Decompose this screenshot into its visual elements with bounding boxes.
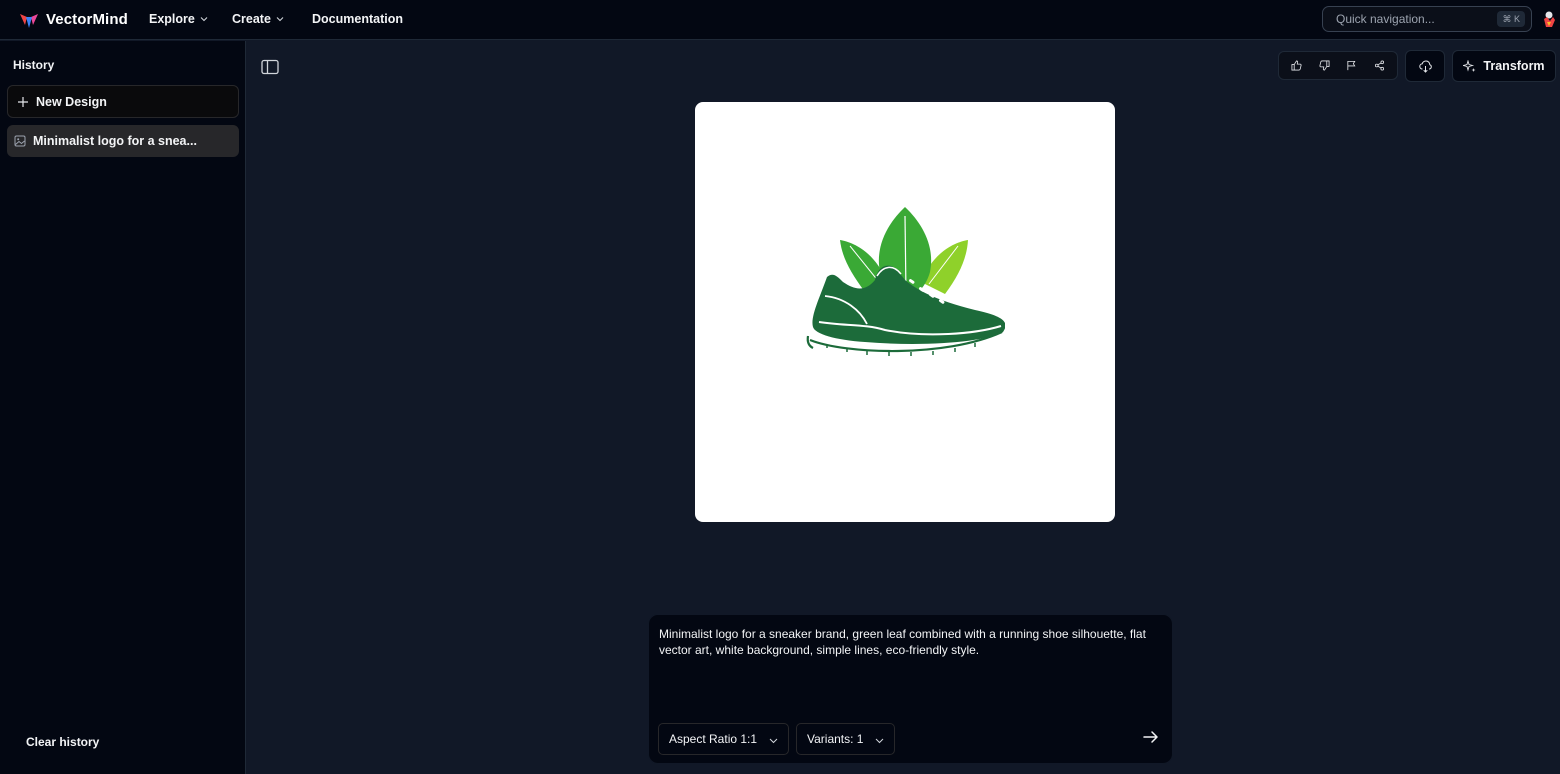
history-item[interactable]: Minimalist logo for a snea... [7, 125, 239, 157]
avatar[interactable] [1541, 9, 1557, 29]
chevron-down-icon [769, 738, 778, 744]
shortcut-badge: ⌘ K [1497, 11, 1525, 27]
sidebar-title: History [13, 58, 55, 72]
generated-image[interactable] [695, 102, 1115, 522]
flag-button[interactable] [1341, 55, 1363, 77]
plus-icon [18, 96, 28, 107]
sparkles-icon [1463, 59, 1476, 72]
download-icon [1418, 59, 1432, 73]
thumbs-up-icon [1291, 60, 1302, 71]
top-navbar: VectorMind Explore Create Documentation … [0, 0, 1560, 40]
image-icon [14, 135, 26, 147]
sidebar-toggle-icon[interactable] [261, 59, 279, 75]
variants-select[interactable]: Variants: 1 [796, 723, 895, 755]
prompt-textarea[interactable]: Minimalist logo for a sneaker brand, gre… [659, 626, 1164, 658]
nav-create-label: Create [232, 12, 271, 26]
download-button[interactable] [1405, 50, 1445, 82]
chevron-down-icon [200, 17, 208, 22]
thumbs-up-button[interactable] [1286, 55, 1308, 77]
send-arrow-icon[interactable] [1142, 728, 1160, 746]
flag-icon [1347, 60, 1356, 71]
share-icon [1374, 60, 1384, 71]
variants-label: Variants: 1 [807, 732, 864, 746]
thumbs-down-icon [1319, 60, 1330, 71]
prompt-box: Minimalist logo for a sneaker brand, gre… [648, 614, 1173, 764]
chevron-down-icon [875, 738, 884, 744]
quick-navigation-placeholder: Quick navigation... [1336, 12, 1435, 26]
sneaker-leaf-logo [806, 207, 1005, 356]
aspect-ratio-select[interactable]: Aspect Ratio 1:1 [658, 723, 789, 755]
quick-navigation-input[interactable]: Quick navigation... ⌘ K [1322, 6, 1532, 32]
nav-documentation[interactable]: Documentation [312, 12, 403, 26]
aspect-ratio-label: Aspect Ratio 1:1 [669, 732, 758, 746]
new-design-label: New Design [36, 94, 107, 109]
nav-explore-label: Explore [149, 12, 195, 26]
transform-button[interactable]: Transform [1452, 50, 1556, 82]
brand-name: VectorMind [46, 11, 128, 28]
share-button[interactable] [1368, 55, 1390, 77]
transform-label: Transform [1483, 59, 1545, 73]
nav-explore[interactable]: Explore [149, 12, 208, 26]
history-sidebar: History New Design Minimalist logo for a… [0, 41, 246, 774]
nav-create[interactable]: Create [232, 12, 284, 26]
brand-icon [20, 13, 38, 28]
clear-history-button[interactable]: Clear history [26, 735, 99, 749]
brand-logo-link[interactable]: VectorMind [18, 0, 128, 40]
new-design-button[interactable]: New Design [7, 85, 239, 118]
feedback-actions [1278, 51, 1398, 80]
history-item-label: Minimalist logo for a snea... [33, 134, 197, 148]
chevron-down-icon [276, 17, 284, 22]
thumbs-down-button[interactable] [1313, 55, 1335, 77]
